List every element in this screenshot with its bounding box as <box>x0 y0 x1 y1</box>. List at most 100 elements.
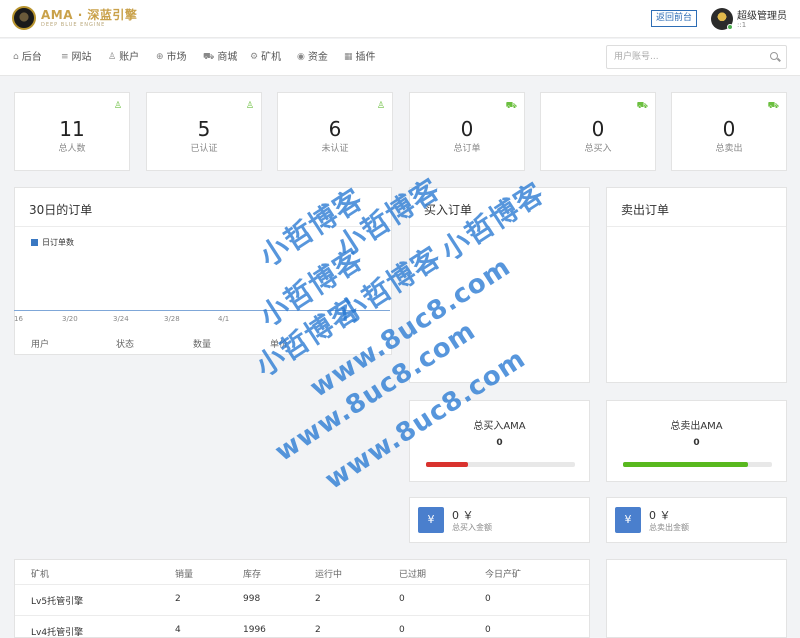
card-label: 总买入金额 <box>452 523 492 532</box>
nav-item-label: 网站 <box>71 52 92 63</box>
stat-value: 0 <box>460 117 474 141</box>
search-input[interactable] <box>614 46 764 68</box>
coin-icon: ◉ <box>297 52 305 62</box>
card-title: 总买入AMA <box>473 421 526 432</box>
cart-icon: ⛟ <box>767 101 779 111</box>
stat-card-total-orders: ⛟ 0 总订单 <box>409 92 525 171</box>
legend-label: 日订单数 <box>42 238 74 247</box>
empty-panel <box>606 559 787 638</box>
table-cell: 0 <box>399 625 405 635</box>
yen-icon: ¥ <box>615 507 641 533</box>
user-icon: ♙ <box>108 52 117 62</box>
column-header: 用户 <box>31 340 50 350</box>
stat-label: 已认证 <box>190 144 218 154</box>
nav-item-label: 账户 <box>119 52 140 63</box>
column-header: 今日产矿 <box>485 570 522 580</box>
divider <box>15 226 391 227</box>
table-cell: 998 <box>243 594 261 604</box>
panel-title: 30日的订单 <box>29 203 93 217</box>
globe-icon: ⊕ <box>156 52 164 62</box>
total-buy-ama-card: 总买入AMA 0 <box>409 400 590 482</box>
stat-label: 总卖出 <box>715 144 743 154</box>
card-label: 总卖出金额 <box>649 523 689 532</box>
chart-legend[interactable]: 日订单数 <box>31 237 74 248</box>
top-bar: AMA · 深蓝引擎 DEEP BLUE ENGINE 返回前台 超级管理员 :… <box>0 0 800 38</box>
progress-track <box>426 462 575 467</box>
table-cell: 0 <box>399 594 405 604</box>
card-title: 总卖出AMA <box>670 421 723 432</box>
nav-item-website[interactable]: ≡ 网站 <box>61 39 92 76</box>
card-value: 0 ￥ <box>452 509 474 522</box>
buy-orders-panel: 买入订单 <box>409 187 590 383</box>
table-cell: 1996 <box>243 625 266 635</box>
nav-item-label: 后台 <box>21 52 42 63</box>
legend-swatch <box>31 239 38 246</box>
total-sell-ama-card: 总卖出AMA 0 <box>606 400 787 482</box>
stat-card-verified: ♙ 5 已认证 <box>146 92 262 171</box>
stat-card-total-buy: ⛟ 0 总买入 <box>540 92 656 171</box>
sell-orders-panel: 卖出订单 <box>606 187 787 383</box>
user-icon: ♙ <box>376 101 385 111</box>
miners-table: 矿机 销量 库存 运行中 已过期 今日产矿 Lv5托管引擎 2 998 2 0 … <box>14 559 590 638</box>
stat-value: 11 <box>59 117 85 141</box>
stat-card-total-users: ♙ 11 总人数 <box>14 92 130 171</box>
table-cell: 0 <box>485 625 491 635</box>
nav-item-market[interactable]: ⊕ 市场 <box>156 39 187 76</box>
nav-item-dashboard[interactable]: ⌂ 后台 <box>13 39 42 76</box>
nav-item-label: 商城 <box>217 52 238 63</box>
user-icon: ♙ <box>245 101 254 111</box>
card-value: 0 ￥ <box>649 509 671 522</box>
divider <box>607 226 786 227</box>
table-cell: Lv5托管引擎 <box>31 597 84 607</box>
stat-card-total-sell: ⛟ 0 总卖出 <box>671 92 787 171</box>
nav-item-miners[interactable]: ⚙ 矿机 <box>250 39 281 76</box>
table-cell: 2 <box>315 594 321 604</box>
stat-value: 0 <box>722 117 736 141</box>
column-header: 已过期 <box>399 570 427 580</box>
logo-text: AMA · 深蓝引擎 <box>41 7 138 22</box>
nav-item-label: 矿机 <box>261 52 282 63</box>
chart-tick: 3/20 <box>62 315 78 323</box>
nav-item-shop[interactable]: ⛟ 商城 <box>203 39 237 76</box>
chart-tick: 3/24 <box>113 315 129 323</box>
yen-icon: ¥ <box>418 507 444 533</box>
table-cell: 2 <box>175 594 181 604</box>
home-icon: ⌂ <box>13 52 19 62</box>
nav-item-label: 资金 <box>307 52 328 63</box>
nav-item-label: 市场 <box>166 52 187 63</box>
nav-item-funds[interactable]: ◉ 资金 <box>297 39 328 76</box>
stat-value: 6 <box>328 117 342 141</box>
nav-item-accounts[interactable]: ♙ 账户 <box>108 39 139 76</box>
cart-icon: ⛟ <box>203 52 215 62</box>
list-icon: ≡ <box>61 52 69 62</box>
panel-title: 卖出订单 <box>621 203 670 217</box>
nav-item-plugins[interactable]: ▦ 插件 <box>344 39 376 76</box>
divider <box>15 615 589 616</box>
stat-value: 0 <box>591 117 605 141</box>
settings-icon: ⚙ <box>250 52 259 62</box>
nav-item-label: 插件 <box>355 52 376 63</box>
stat-label: 总人数 <box>58 144 86 154</box>
chart-tick: 4/1 <box>218 315 230 323</box>
search-icon[interactable] <box>770 52 778 60</box>
online-status-icon <box>727 24 733 30</box>
column-header: 销量 <box>175 570 194 580</box>
column-header: 数量 <box>193 340 212 350</box>
panel-title: 买入订单 <box>424 203 473 217</box>
orders-30d-panel: 30日的订单 <box>14 187 392 355</box>
back-to-frontend-button[interactable]: 返回前台 <box>651 10 698 27</box>
table-cell: 2 <box>315 625 321 635</box>
logo-subtext: DEEP BLUE ENGINE <box>41 21 106 28</box>
progress-fill <box>623 462 749 467</box>
card-value: 0 <box>496 438 503 448</box>
column-header: 状态 <box>116 340 135 350</box>
grid-icon: ▦ <box>344 52 353 62</box>
logo[interactable]: AMA · 深蓝引擎 DEEP BLUE ENGINE <box>12 6 137 30</box>
user-id: ::1 <box>737 21 747 29</box>
divider <box>410 226 589 227</box>
total-buy-amount-card: ¥ 0 ￥ 总买入金额 <box>409 497 590 543</box>
stat-value: 5 <box>197 117 211 141</box>
divider <box>15 584 589 585</box>
table-cell: 0 <box>485 594 491 604</box>
chart-tick: 3/28 <box>164 315 180 323</box>
